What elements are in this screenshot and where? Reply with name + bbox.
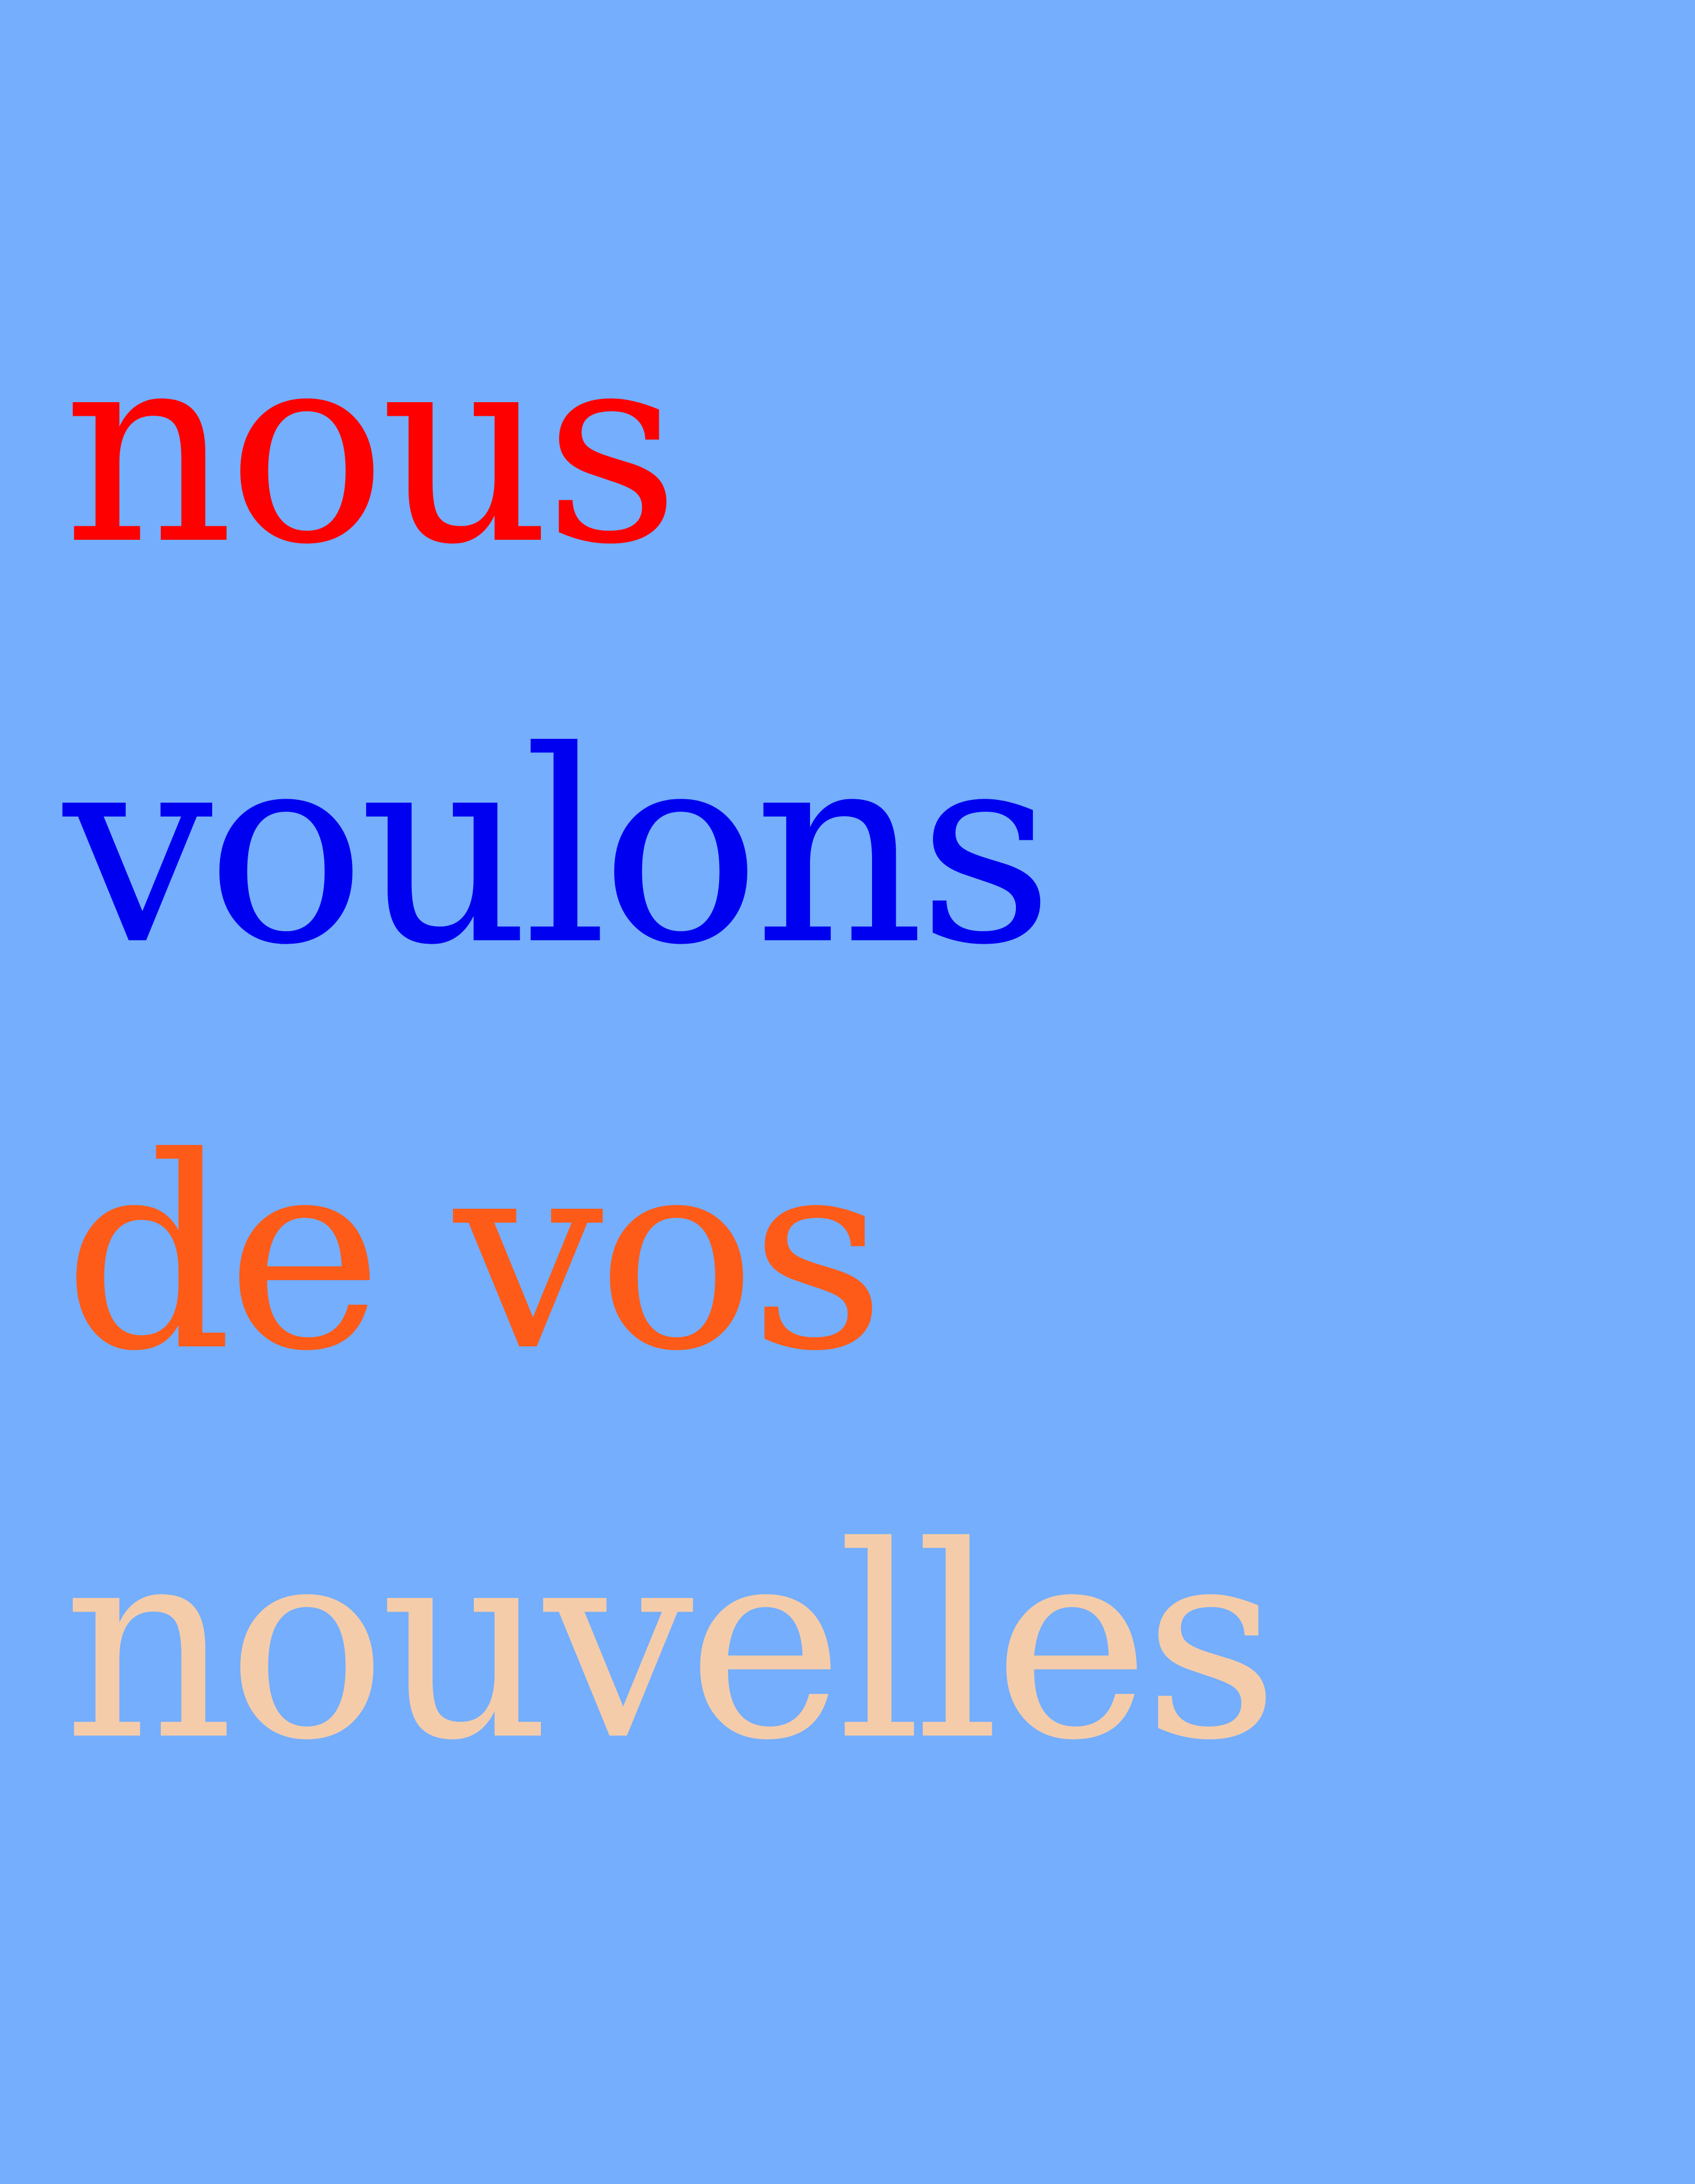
poster-line-4: nouvelles	[63, 1490, 1279, 1798]
poster-line-1: nous	[63, 294, 680, 602]
poster-line-3: de vos	[63, 1100, 886, 1409]
poster-line-2: voulons	[63, 694, 1054, 1003]
poster-canvas: nous voulons de vos nouvelles	[0, 0, 1695, 2184]
